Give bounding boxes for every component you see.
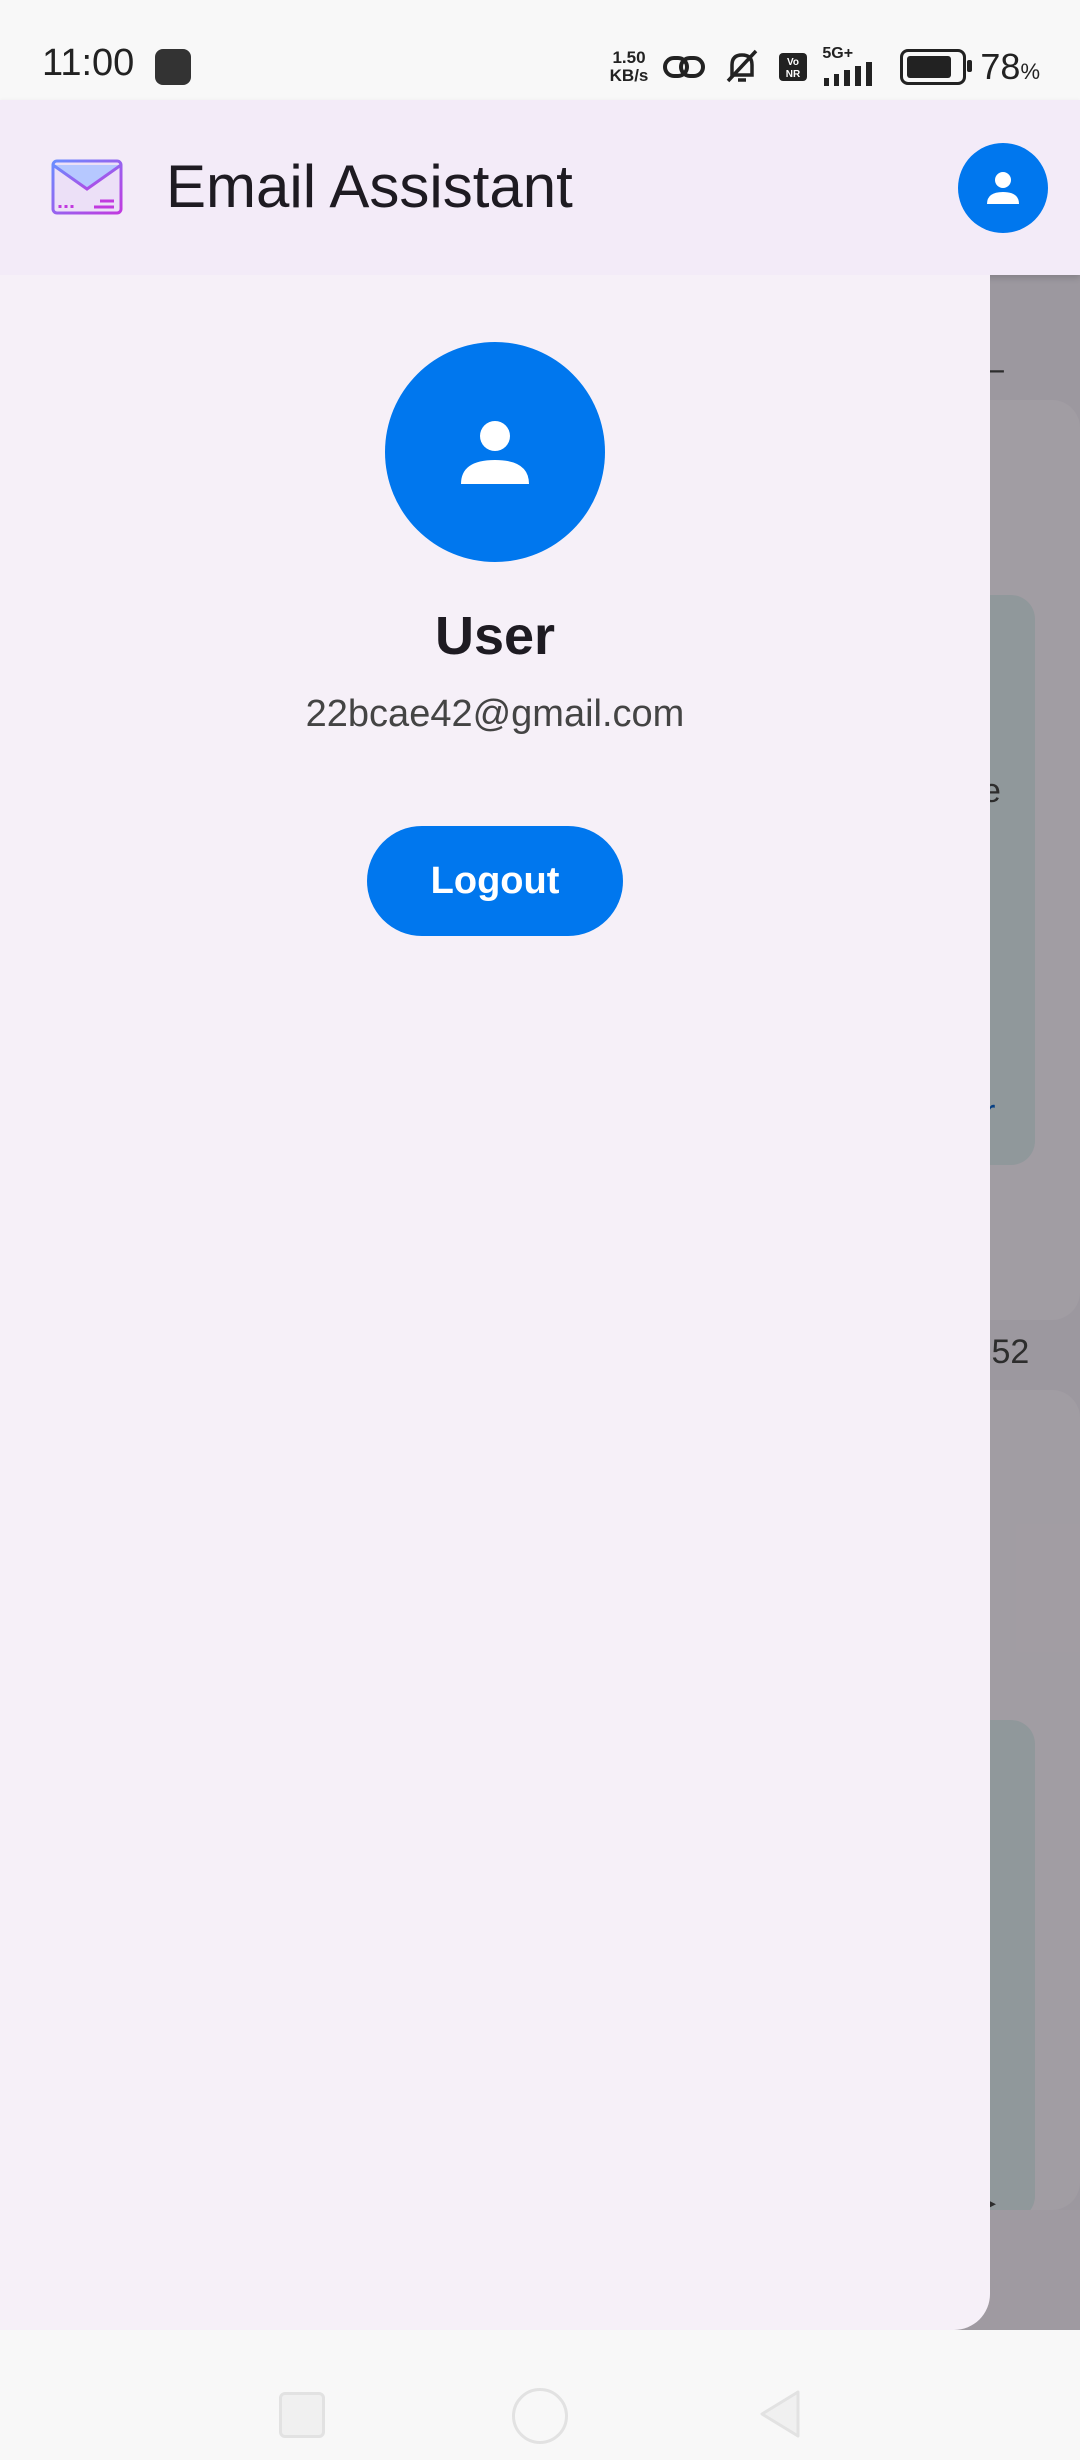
system-navigation-bar: [0, 2330, 1080, 2460]
link-icon: [663, 56, 706, 78]
bell-off-icon: [727, 49, 758, 83]
user-email: 22bcae42@gmail.com: [305, 693, 685, 735]
network-speed-unit: KB/s: [609, 66, 649, 85]
network-type: 5G+: [822, 45, 854, 62]
person-icon: [461, 421, 529, 484]
svg-text:NR: NR: [786, 69, 801, 80]
notification-app-icon: [155, 49, 191, 85]
status-bar: 11:00 1.50 KB/s Vo NR 5G+ 78%: [0, 0, 1080, 100]
network-speed: 1.50 KB/s: [610, 49, 649, 85]
signal-group: 5G+: [822, 46, 886, 88]
volte-icon: Vo NR: [779, 53, 808, 81]
recents-button[interactable]: [279, 2392, 325, 2438]
signal-icon: [824, 62, 873, 86]
navigation-drawer: User 22bcae42@gmail.com Logout: [0, 275, 990, 2330]
battery-percent: 78%: [980, 46, 1040, 87]
logout-button[interactable]: Logout: [367, 826, 623, 936]
battery-icon: [900, 49, 973, 85]
user-avatar: [385, 342, 605, 562]
back-button[interactable]: [756, 2388, 802, 2440]
person-icon: [987, 172, 1019, 204]
status-icons: 1.50 KB/s Vo NR 5G+ 78%: [610, 44, 1040, 90]
profile-button[interactable]: [958, 143, 1048, 233]
app-bar: Email Assistant: [0, 100, 1080, 275]
user-name: User: [434, 606, 556, 666]
network-speed-value: 1.50: [612, 48, 646, 67]
svg-text:Vo: Vo: [787, 57, 799, 68]
app-title: Email Assistant: [166, 153, 573, 220]
home-button[interactable]: [512, 2388, 568, 2444]
status-time: 11:00: [42, 42, 135, 84]
envelope-icon: [51, 159, 123, 215]
